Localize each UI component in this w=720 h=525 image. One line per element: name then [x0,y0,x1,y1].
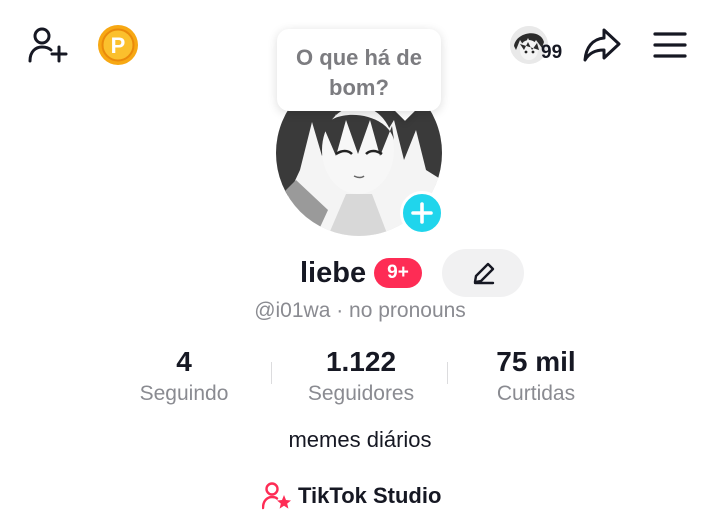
plus-icon [411,202,433,224]
menu-icon [653,32,687,58]
stat-following[interactable]: 4 Seguindo [109,344,259,408]
stat-value: 4 [176,346,192,377]
share-icon [583,28,621,62]
stat-label: Seguidores [307,382,415,405]
coin-button[interactable]: P [97,24,139,66]
stat-likes[interactable]: 75 mil Curtidas [461,344,611,408]
edit-profile-button[interactable] [442,249,524,297]
status-bubble[interactable]: O que há de bom? [277,29,441,111]
coin-letter: P [111,33,126,58]
status-bubble-text: O que há de bom? [296,45,422,100]
profile-bio: memes diários [288,427,432,452]
stat-divider [447,362,448,384]
tiktok-studio-label: TikTok Studio [298,483,442,508]
profile-handle: @i01wa · no pronouns [254,299,466,322]
add-friend-button[interactable] [26,25,70,65]
stat-value: 1.122 [325,346,397,377]
stat-followers[interactable]: 1.122 Seguidores [286,344,436,408]
profile-name: liebe [300,257,367,289]
share-button[interactable] [582,26,622,64]
stat-value: 75 mil [496,346,576,377]
menu-button[interactable] [652,30,688,60]
story-count: 99 [541,42,563,63]
stat-label: Curtidas [496,382,576,405]
pencil-icon [473,262,495,285]
stat-divider [271,362,272,384]
notification-badge[interactable]: 9+ [374,258,422,288]
coin-icon: P [98,25,138,65]
add-story-button[interactable] [400,191,444,235]
stat-label: Seguindo [139,382,229,405]
story-viewers-button[interactable]: 99 [508,24,574,66]
add-friend-icon [28,27,68,63]
studio-icon [262,482,291,510]
